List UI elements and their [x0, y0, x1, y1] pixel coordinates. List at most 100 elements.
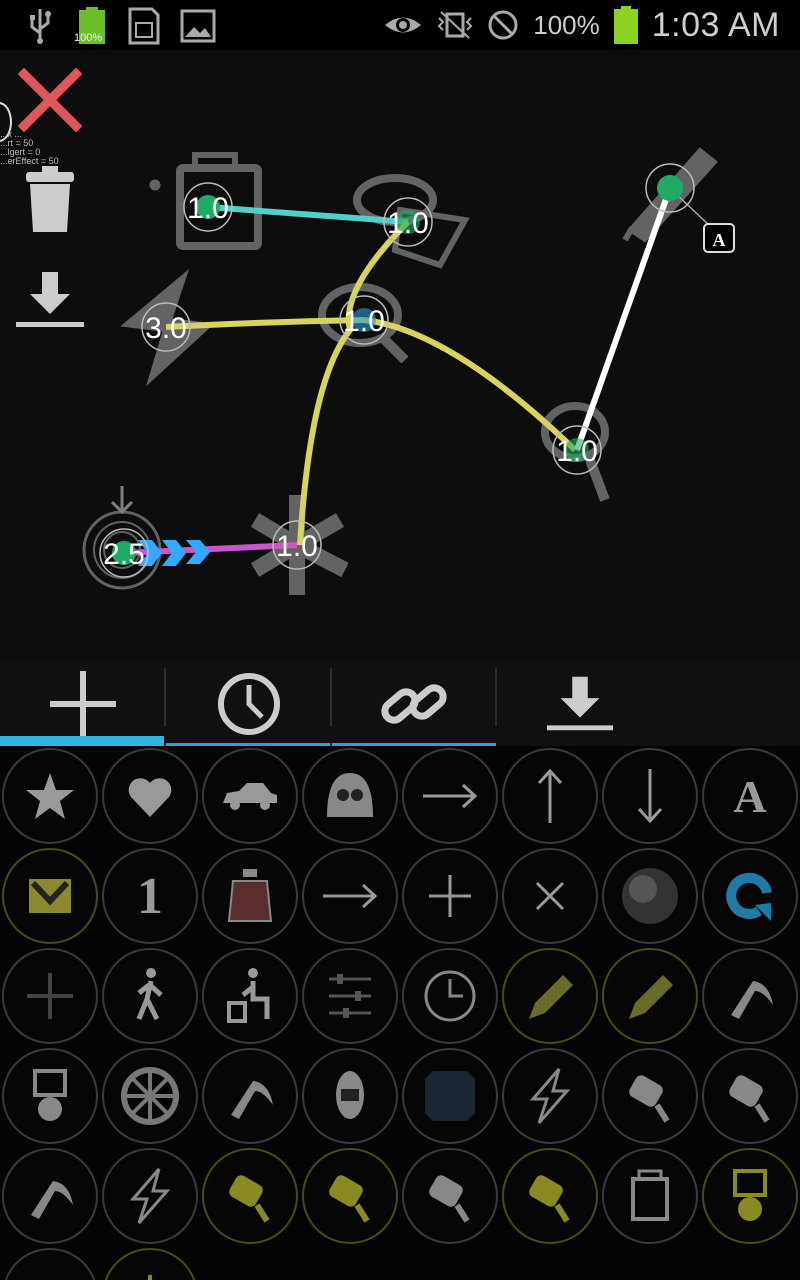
- palette-pencil[interactable]: [502, 948, 598, 1044]
- palette-motor-yellow[interactable]: [202, 1148, 298, 1244]
- palette-pickaxe[interactable]: [702, 948, 798, 1044]
- palette-car[interactable]: [202, 748, 298, 844]
- palette-logo-m[interactable]: [2, 848, 98, 944]
- palette-sitting[interactable]: [202, 948, 298, 1044]
- battery-badge: 100%: [74, 32, 103, 44]
- graph-node[interactable]: 1.0: [339, 295, 389, 345]
- close-icon: [18, 68, 82, 132]
- graph-node[interactable]: 1.0: [383, 197, 433, 247]
- palette-paint-bucket[interactable]: [602, 1148, 698, 1244]
- palette-sliders[interactable]: [302, 948, 398, 1044]
- node-label: 2.5: [103, 538, 145, 571]
- pou-icon: [327, 773, 373, 817]
- status-bar: 100% 100% 1:03 AM: [0, 0, 800, 50]
- wheel-icon: [121, 1067, 179, 1125]
- palette-pencil-2[interactable]: [602, 948, 698, 1044]
- refresh-icon: [726, 872, 772, 921]
- delete-button[interactable]: [14, 164, 86, 236]
- node-label: 1.0: [556, 435, 598, 468]
- link-cyan[interactable]: [207, 204, 409, 225]
- arrow-right-icon: [423, 783, 478, 809]
- palette-pickaxe-3[interactable]: [2, 1148, 98, 1244]
- palette-lightning-2[interactable]: [102, 1148, 198, 1244]
- pencil-icon: [629, 975, 673, 1019]
- palette-heart[interactable]: [102, 748, 198, 844]
- palette-wheel[interactable]: [102, 1048, 198, 1144]
- graph-node[interactable]: 1.0: [552, 425, 602, 475]
- palette-refresh[interactable]: [702, 848, 798, 944]
- no-signal-icon: [488, 10, 518, 40]
- palette-plus-dim[interactable]: [2, 948, 98, 1044]
- node-label: 3.0: [145, 312, 187, 345]
- flow-arrows: [138, 540, 210, 566]
- palette-motor[interactable]: [602, 1048, 698, 1144]
- battery-icon: [613, 6, 638, 44]
- tab-add[interactable]: [0, 662, 165, 746]
- walking-icon: [136, 968, 163, 1021]
- download-icon: [16, 272, 84, 327]
- tab-time[interactable]: [166, 662, 331, 746]
- node-label: 1.0: [276, 530, 318, 563]
- arrow-right-icon: [323, 883, 378, 909]
- trash-icon: [26, 166, 74, 232]
- palette-piston[interactable]: [2, 1048, 98, 1144]
- palette-number-one[interactable]: 1: [102, 848, 198, 944]
- battery-percent: 100%: [533, 9, 600, 40]
- link-icon: [380, 684, 447, 724]
- palette-motor-2[interactable]: [702, 1048, 798, 1144]
- node-label: 1.0: [343, 305, 385, 338]
- palette-pou[interactable]: [302, 748, 398, 844]
- piston-icon: [33, 1069, 67, 1121]
- palette-multiply[interactable]: [502, 848, 598, 944]
- palette-robot[interactable]: [302, 1048, 398, 1144]
- palette-plus[interactable]: [402, 848, 498, 944]
- sun-icon: [148, 1275, 152, 1280]
- pickaxe-icon: [731, 981, 773, 1019]
- palette-arrow-up[interactable]: [502, 748, 598, 844]
- palette-lightning[interactable]: [502, 1048, 598, 1144]
- plus-icon: [49, 671, 116, 737]
- usb-icon: [30, 9, 51, 44]
- link-white[interactable]: [574, 186, 673, 452]
- link-yellow-3[interactable]: [165, 317, 365, 330]
- palette-clock[interactable]: [402, 948, 498, 1044]
- download-tool-button[interactable]: [14, 264, 86, 336]
- vibrate-off-icon: [437, 11, 473, 39]
- link-yellow-2[interactable]: [297, 219, 411, 546]
- palette-motor-yellow-2[interactable]: [302, 1148, 398, 1244]
- spin-node-icon: [82, 486, 162, 590]
- plus-dim-icon: [27, 973, 73, 1019]
- palette-piston-yellow[interactable]: [702, 1148, 798, 1244]
- palette-motor-yellow-3[interactable]: [502, 1148, 598, 1244]
- palette-sun[interactable]: [102, 1248, 198, 1280]
- graph-node[interactable]: 1.0: [183, 182, 233, 232]
- palette-panel[interactable]: [402, 1048, 498, 1144]
- eye-icon: [385, 17, 422, 33]
- graph-canvas[interactable]: A 1.0 1.0 3.0 1.0 1.0 1.0 2.5 ...x ... .…: [0, 50, 800, 662]
- car-icon: [223, 783, 277, 810]
- palette-arrow-down[interactable]: [602, 748, 698, 844]
- palette-dark-sphere[interactable]: [602, 848, 698, 944]
- tab-link[interactable]: [331, 662, 496, 746]
- palette-arrow-right[interactable]: [402, 748, 498, 844]
- logo-m-icon: [29, 879, 71, 913]
- palette-letter-a[interactable]: A: [702, 748, 798, 844]
- palette-star[interactable]: [2, 748, 98, 844]
- robot-icon: [336, 1071, 364, 1119]
- graph-node[interactable]: 2.5: [99, 528, 149, 578]
- icon-palette: A 1: [0, 746, 800, 1280]
- palette-bottle[interactable]: [202, 848, 298, 944]
- palette-arrow-right-2[interactable]: [302, 848, 398, 944]
- palette-sparkle[interactable]: [2, 1248, 98, 1280]
- close-button[interactable]: [14, 64, 86, 136]
- palette-pickaxe-2[interactable]: [202, 1048, 298, 1144]
- sd-card-icon: [128, 7, 160, 45]
- multiply-icon: [535, 881, 565, 911]
- palette-walking[interactable]: [102, 948, 198, 1044]
- battery-full-icon: 100%: [74, 6, 108, 46]
- tab-save[interactable]: [497, 662, 662, 746]
- sliders-icon: [329, 974, 371, 1018]
- lightning-icon: [129, 1168, 171, 1224]
- palette-motor-3[interactable]: [402, 1148, 498, 1244]
- motor-yellow-icon: [229, 1175, 270, 1223]
